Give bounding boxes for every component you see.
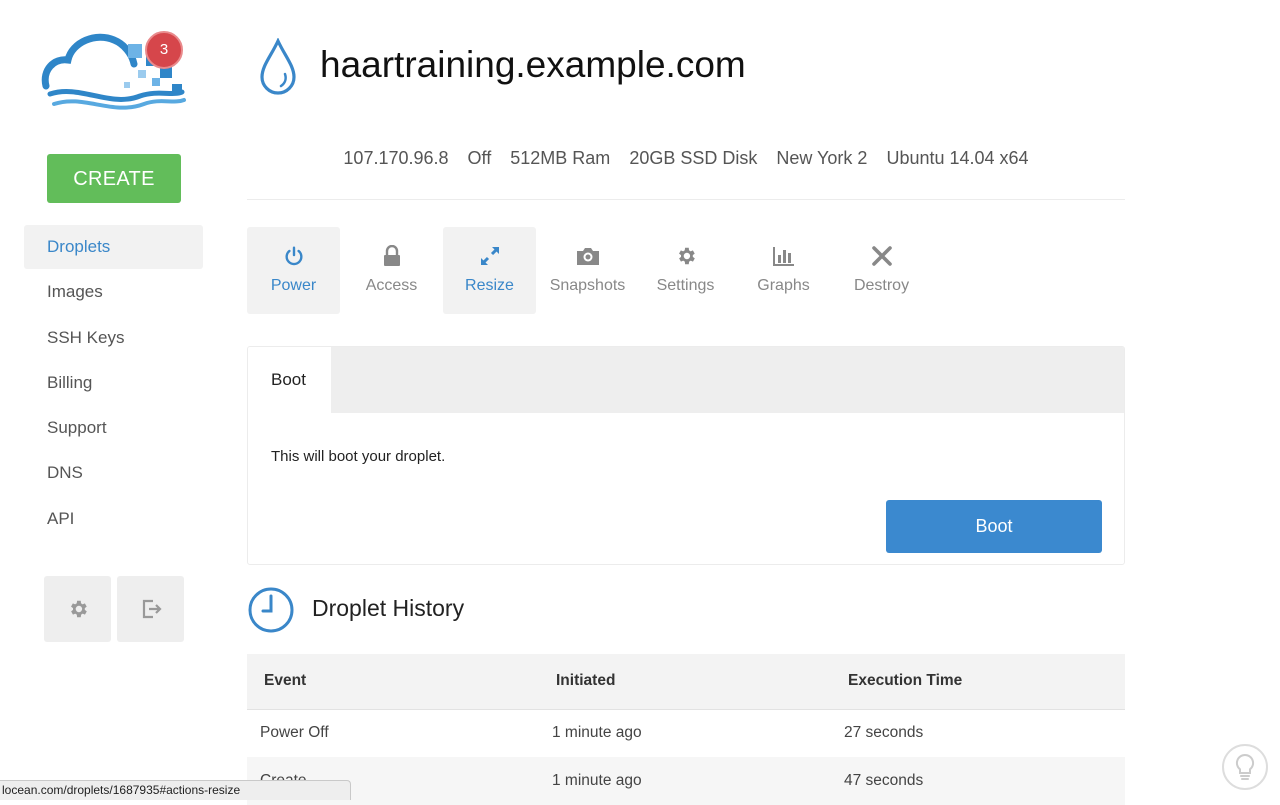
droplet-ram: 512MB Ram: [510, 148, 611, 168]
column-header-execution-time: Execution Time: [831, 654, 1125, 710]
camera-icon: [575, 243, 601, 269]
history-title: Droplet History: [312, 595, 465, 621]
gear-icon: [673, 243, 699, 269]
initiated-cell: 1 minute ago: [552, 724, 642, 742]
tab-power[interactable]: Power: [247, 227, 340, 314]
logout-icon: [142, 599, 162, 619]
droplet-region: New York 2: [776, 148, 868, 168]
tab-access-label: Access: [365, 277, 418, 294]
power-icon: [281, 243, 307, 269]
table-row: Create 1 minute ago 47 seconds: [247, 757, 1125, 805]
sidebar-nav: Droplets Images SSH Keys Billing Support…: [24, 225, 203, 542]
droplet-info-bar: 107.170.96.8 Off 512MB Ram 20GB SSD Disk…: [247, 148, 1125, 169]
sidebar-item-billing[interactable]: Billing: [24, 361, 203, 405]
sidebar-item-dns[interactable]: DNS: [24, 451, 203, 495]
droplet-action-tabs: Power Access Resize Snapshots Settings G…: [247, 227, 928, 314]
execution-time-cell: 47 seconds: [831, 757, 1125, 805]
sidebar-item-images[interactable]: Images: [24, 270, 203, 314]
tab-destroy-label: Destroy: [853, 277, 910, 294]
help-button[interactable]: [1222, 744, 1268, 790]
settings-button[interactable]: [44, 576, 111, 642]
droplet-ip: 107.170.96.8: [343, 148, 449, 168]
tab-snapshots-label: Snapshots: [549, 277, 626, 294]
create-button[interactable]: CREATE: [47, 154, 181, 203]
tab-settings[interactable]: Settings: [639, 227, 732, 314]
droplet-disk: 20GB SSD Disk: [629, 148, 758, 168]
history-table: Event Initiated Execution Time Power Off…: [247, 654, 1125, 805]
sidebar-item-droplets[interactable]: Droplets: [24, 225, 203, 269]
tab-access[interactable]: Access: [345, 227, 438, 314]
subtab-boot[interactable]: Boot: [248, 347, 331, 413]
column-header-event: Event: [247, 654, 539, 710]
tab-power-label: Power: [270, 277, 317, 294]
sidebar-item-ssh-keys[interactable]: SSH Keys: [24, 316, 203, 360]
power-panel-header: Boot: [248, 347, 1124, 413]
column-header-initiated: Initiated: [539, 654, 831, 710]
lightbulb-icon: [1235, 753, 1255, 780]
sidebar-item-api[interactable]: API: [24, 497, 203, 541]
resize-arrows-icon: [477, 243, 503, 269]
event-cell: Power Off: [260, 724, 329, 742]
tab-graphs[interactable]: Graphs: [737, 227, 830, 314]
x-icon: [869, 243, 895, 269]
droplet-status: Off: [467, 148, 492, 168]
sidebar-item-support[interactable]: Support: [24, 406, 203, 450]
droplet-title: haartraining.example.com: [320, 44, 746, 85]
tab-graphs-label: Graphs: [757, 277, 810, 294]
lock-icon: [379, 243, 405, 269]
bar-chart-icon: [771, 243, 797, 269]
tab-destroy[interactable]: Destroy: [835, 227, 928, 314]
execution-time-cell: 27 seconds: [844, 724, 924, 742]
logout-button[interactable]: [117, 576, 184, 642]
initiated-cell: 1 minute ago: [539, 757, 831, 805]
status-bar-url: locean.com/droplets/1687935#actions-resi…: [0, 780, 351, 800]
clock-icon: [248, 587, 294, 633]
power-panel: Boot This will boot your droplet. Boot: [247, 346, 1125, 565]
sidebar: 3 CREATE Droplets Images SSH Keys Billin…: [0, 0, 225, 800]
tab-snapshots[interactable]: Snapshots: [541, 227, 634, 314]
boot-button[interactable]: Boot: [886, 500, 1102, 553]
droplet-image: Ubuntu 14.04 x64: [886, 148, 1029, 168]
tab-resize-label: Resize: [465, 277, 514, 294]
notification-badge[interactable]: 3: [145, 31, 183, 69]
tab-settings-label: Settings: [656, 277, 715, 294]
table-header-row: Event Initiated Execution Time: [247, 654, 1125, 710]
droplet-icon: [260, 38, 296, 95]
table-row: Power Off 1 minute ago 27 seconds: [247, 709, 1125, 757]
tab-resize[interactable]: Resize: [443, 227, 536, 314]
boot-description: This will boot your droplet.: [271, 448, 446, 465]
header-divider: [247, 199, 1125, 200]
gear-icon: [70, 600, 87, 618]
